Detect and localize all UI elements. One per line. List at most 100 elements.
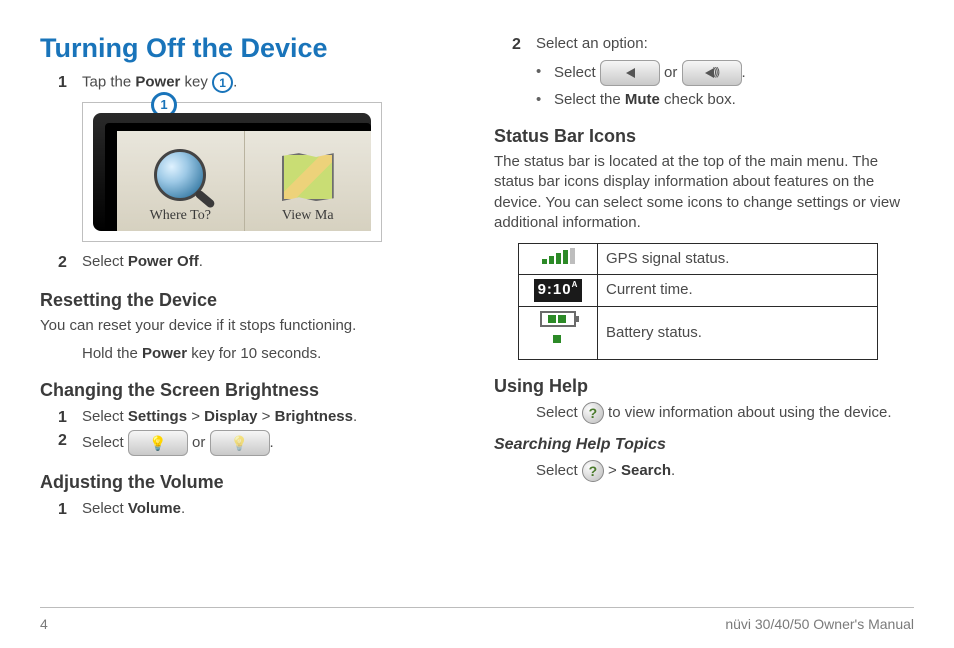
bullet-icon: • <box>536 90 554 110</box>
speaker-icon <box>626 68 635 78</box>
step-row: 1 Select Volume. <box>58 499 460 521</box>
bullet-text: Select the Mute check box. <box>554 90 736 110</box>
step-text: Select Settings > Display > Brightness. <box>82 407 460 427</box>
table-cell: GPS signal status. <box>598 244 878 275</box>
table-row: Battery status. <box>519 306 878 360</box>
magnifier-icon <box>154 149 206 201</box>
tile-label: View Ma <box>282 207 334 226</box>
text: . <box>671 462 675 479</box>
text: or <box>664 64 682 81</box>
text-bold: Volume <box>128 500 181 517</box>
instruction: Hold the Power key for 10 seconds. <box>82 344 460 364</box>
callout-number-icon: 1 <box>212 72 233 93</box>
time-value: 9:10 <box>538 281 572 298</box>
subheading: Adjusting the Volume <box>40 470 460 494</box>
step-row: 1 Tap the Power key 1. <box>58 72 460 94</box>
text: . <box>233 74 237 91</box>
instruction: Select ? to view information about using… <box>536 402 914 424</box>
step-text: Select 💡 or 💡. <box>82 430 460 456</box>
text: check box. <box>660 91 736 108</box>
bulb-on-icon: 💡 <box>149 434 166 453</box>
step-row: 2 Select Power Off. <box>58 252 460 274</box>
right-column: 2 Select an option: • Select or ))). • <box>494 30 914 599</box>
step-row: 1 Select Settings > Display > Brightness… <box>58 407 460 429</box>
page-number: 4 <box>40 616 48 632</box>
view-map-tile: View Ma <box>244 131 372 231</box>
text: Select <box>82 408 128 425</box>
section-title: Turning Off the Device <box>40 30 460 66</box>
text: > <box>258 408 275 425</box>
subheading-italic: Searching Help Topics <box>494 434 914 456</box>
text: or <box>192 434 210 451</box>
text: Select <box>82 253 128 270</box>
help-icon[interactable]: ? <box>582 402 604 424</box>
step-text: Tap the Power key 1. <box>82 72 460 93</box>
status-icons-table: GPS signal status. 9:10A Current time. B… <box>518 243 878 360</box>
step-number: 2 <box>512 34 536 56</box>
help-icon[interactable]: ? <box>582 460 604 482</box>
brightness-down-button[interactable]: 💡 <box>210 430 270 456</box>
table-row: 9:10A Current time. <box>519 275 878 306</box>
text-bold: Settings <box>128 408 187 425</box>
brightness-up-button[interactable]: 💡 <box>128 430 188 456</box>
step-number: 1 <box>58 499 82 521</box>
text: Tap the <box>82 74 135 91</box>
text-bold: Power <box>135 74 180 91</box>
bullet-item: • Select or ))). <box>536 60 914 86</box>
text-bold: Brightness <box>275 408 353 425</box>
table-row: GPS signal status. <box>519 244 878 275</box>
text-bold: Search <box>621 462 671 479</box>
subheading: Using Help <box>494 374 914 398</box>
left-column: Turning Off the Device 1 Tap the Power k… <box>40 30 460 599</box>
step-number: 1 <box>58 407 82 429</box>
map-icon <box>282 153 334 201</box>
table-cell: Battery status. <box>598 306 878 360</box>
table-cell: Current time. <box>598 275 878 306</box>
manual-title: nüvi 30/40/50 Owner's Manual <box>725 616 914 632</box>
text: Select <box>536 462 582 479</box>
bulb-off-icon: 💡 <box>231 434 248 453</box>
text: Select <box>536 404 582 421</box>
text-bold: Mute <box>625 91 660 108</box>
text: to view information about using the devi… <box>604 404 892 421</box>
text: Select <box>82 434 128 451</box>
device-body: Where To? View Ma <box>93 113 371 231</box>
text: Select <box>554 64 600 81</box>
text: . <box>181 500 185 517</box>
step-row: 2 Select 💡 or 💡. <box>58 430 460 456</box>
instruction: Select ? > Search. <box>536 460 914 482</box>
bullet-icon: • <box>536 62 554 82</box>
text: . <box>742 64 746 81</box>
step-number: 2 <box>58 430 82 452</box>
text: . <box>270 434 274 451</box>
text-bold: Display <box>204 408 257 425</box>
gps-signal-icon <box>519 244 598 275</box>
text: . <box>353 408 357 425</box>
volume-down-button[interactable] <box>600 60 660 86</box>
text: . <box>199 253 203 270</box>
clock-icon: 9:10A <box>519 275 598 306</box>
step-number: 1 <box>58 72 82 94</box>
subheading: Status Bar Icons <box>494 124 914 148</box>
text: key for 10 seconds. <box>187 345 321 362</box>
body-text: The status bar is located at the top of … <box>494 152 914 233</box>
text-bold: Power <box>142 345 187 362</box>
text: > <box>604 462 621 479</box>
text: Select <box>82 500 128 517</box>
device-illustration: 1 Where To? View Ma <box>82 102 382 242</box>
step-number: 2 <box>58 252 82 274</box>
step-text: Select Power Off. <box>82 252 460 272</box>
step-text: Select an option: <box>536 34 914 54</box>
text: > <box>187 408 204 425</box>
sound-waves-icon: ))) <box>713 65 718 80</box>
volume-up-button[interactable]: ))) <box>682 60 742 86</box>
text: Select the <box>554 91 625 108</box>
page-footer: 4 nüvi 30/40/50 Owner's Manual <box>40 607 914 632</box>
step-row: 2 Select an option: <box>512 34 914 56</box>
text: Hold the <box>82 345 142 362</box>
step-text: Select Volume. <box>82 499 460 519</box>
text: key <box>180 74 212 91</box>
battery-icon <box>519 306 598 360</box>
text-bold: Power Off <box>128 253 199 270</box>
subheading: Resetting the Device <box>40 288 460 312</box>
